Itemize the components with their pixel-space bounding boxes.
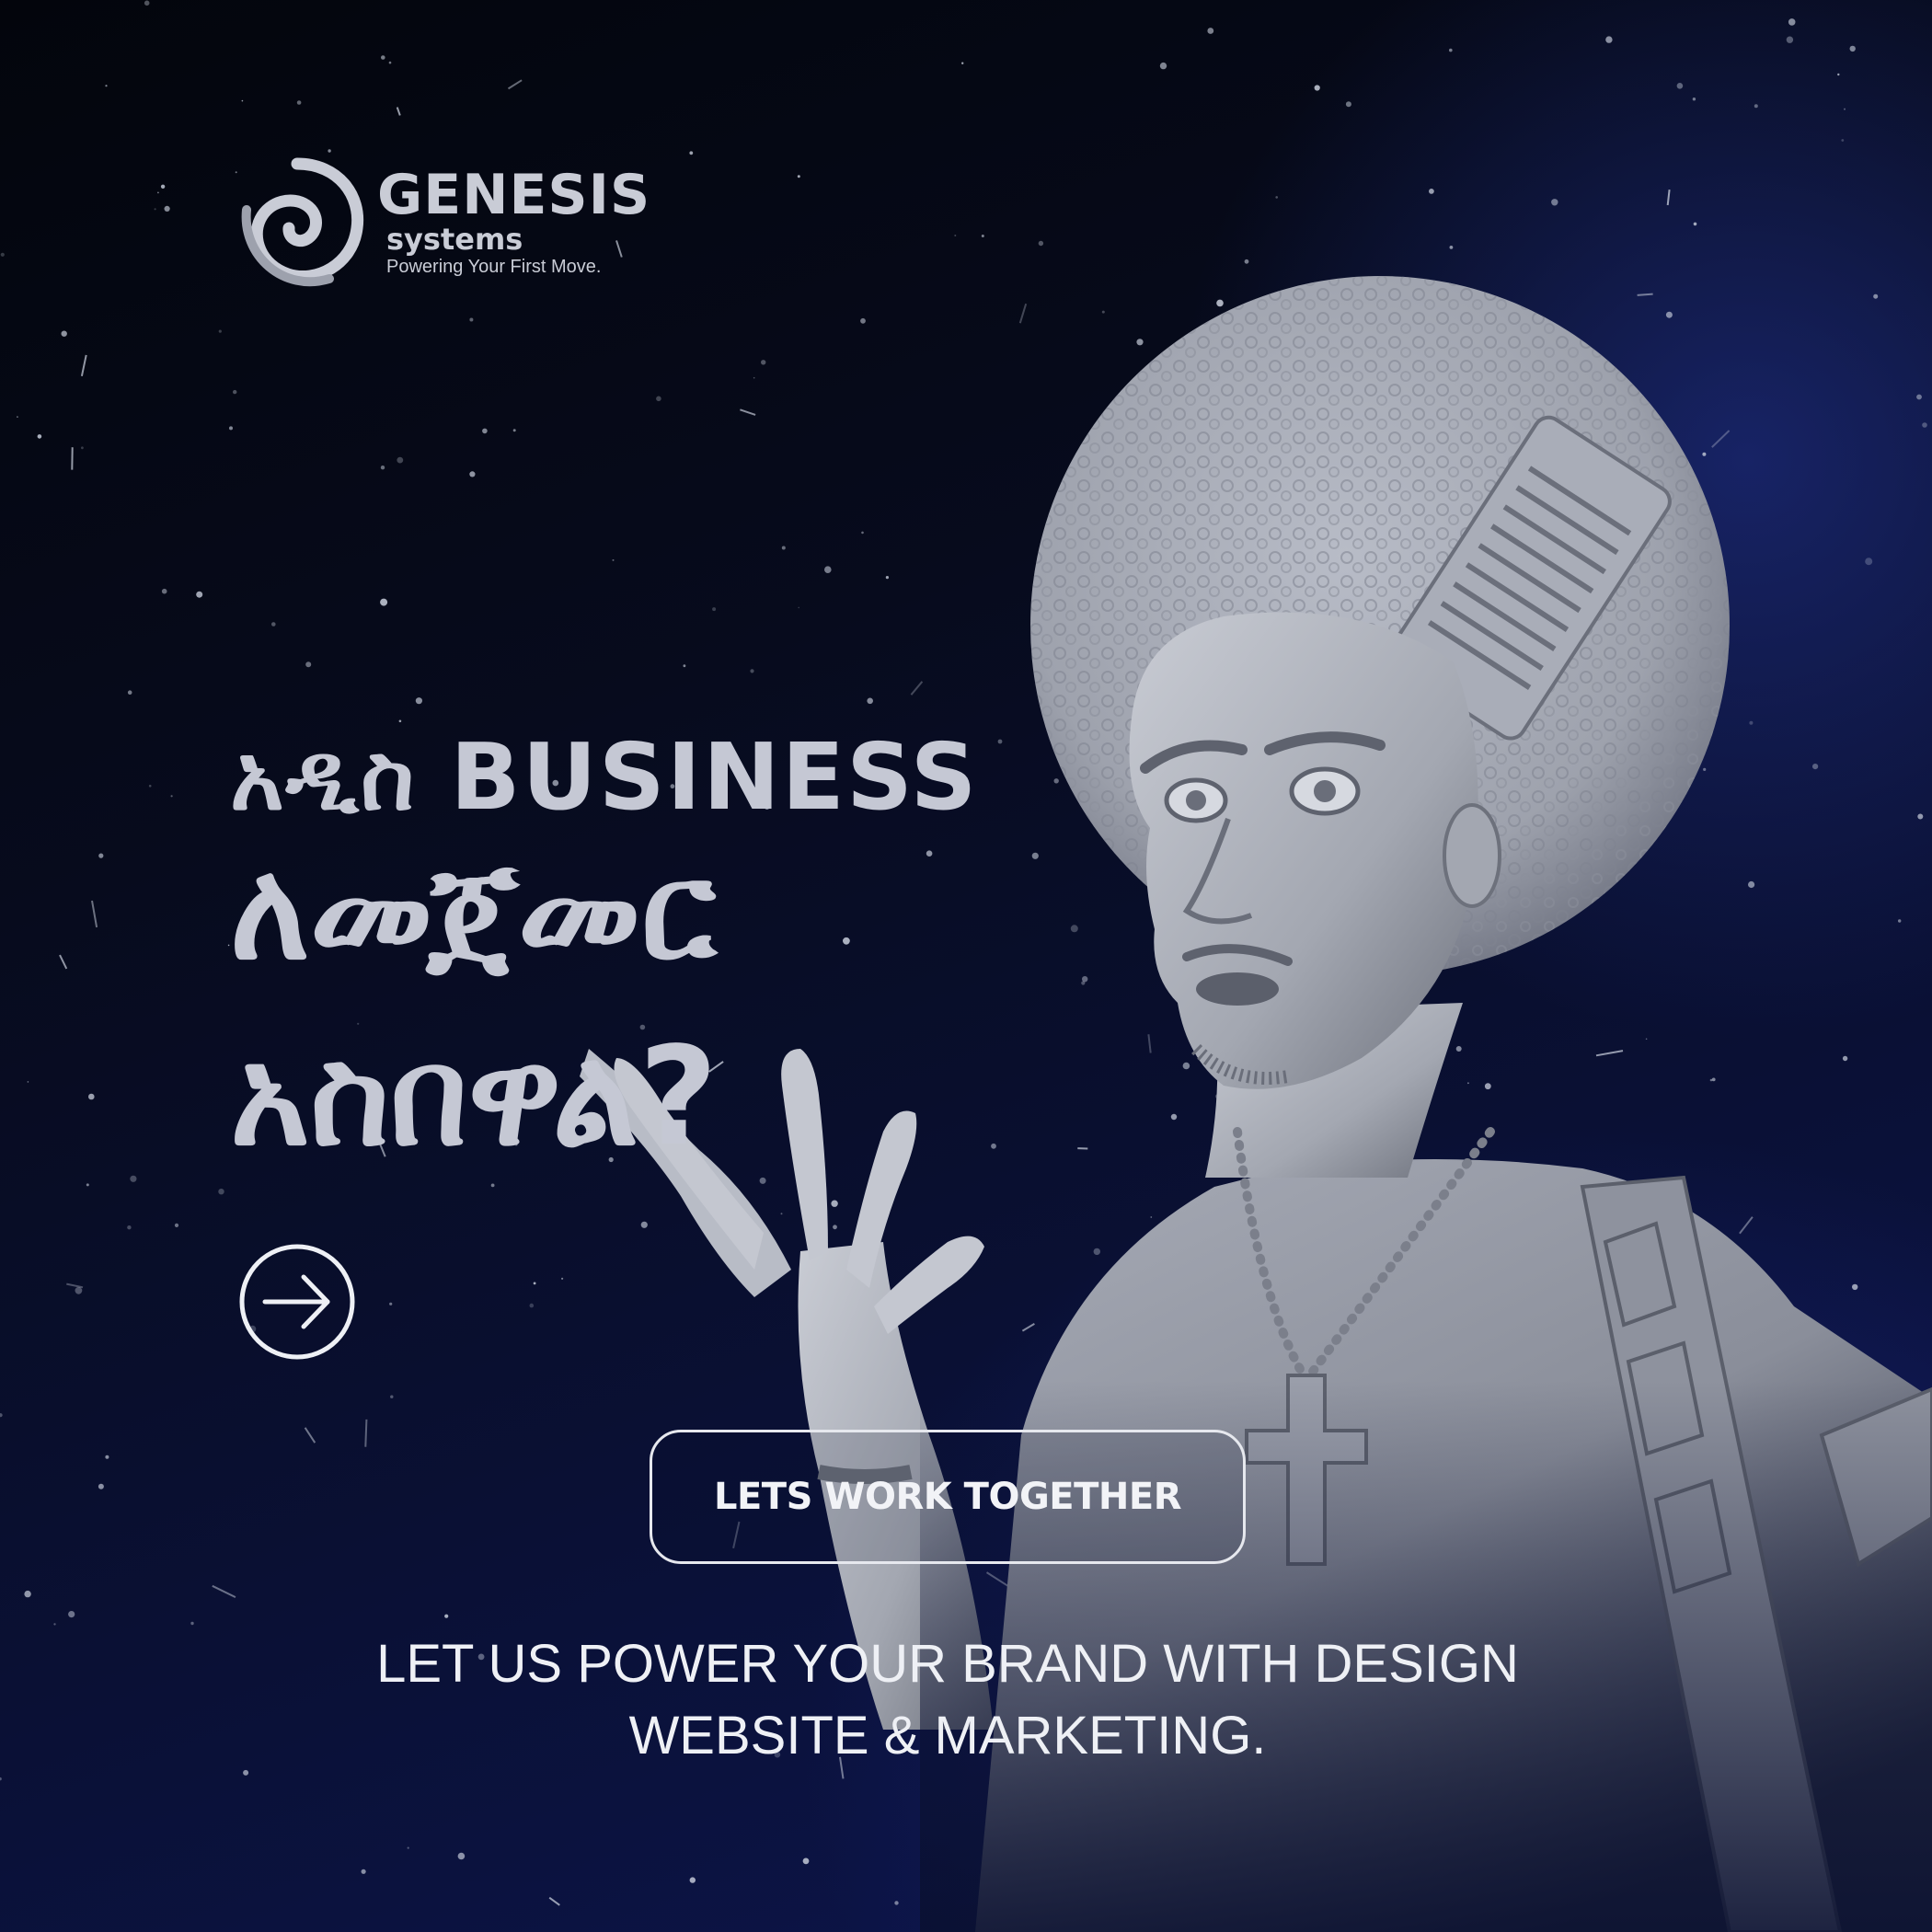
- headline-line-1: አዲስ BUSINESS: [230, 723, 979, 831]
- brand-logo[interactable]: GENESIS systems Powering Your First Move…: [228, 155, 651, 293]
- swirl-icon: [241, 157, 364, 287]
- headline-line-2: ለመጀመር: [230, 832, 717, 990]
- brand-tagline: Powering Your First Move.: [386, 257, 602, 277]
- lets-work-together-button[interactable]: LETS WORK TOGETHER: [650, 1430, 1246, 1564]
- description: LET US POWER YOUR BRAND WITH DESIGN WEBS…: [230, 1628, 1665, 1772]
- brand-subtitle: systems: [386, 222, 523, 257]
- description-line-1: LET US POWER YOUR BRAND WITH DESIGN: [376, 1634, 1519, 1694]
- headline-line-3: አስበዋል?: [230, 1018, 719, 1176]
- arrow-right-circle-icon[interactable]: [237, 1242, 357, 1362]
- description-line-2: WEBSITE & MARKETING.: [628, 1706, 1267, 1765]
- poster: GENESIS systems Powering Your First Move…: [0, 0, 1932, 1932]
- brand-name: GENESIS: [377, 163, 651, 227]
